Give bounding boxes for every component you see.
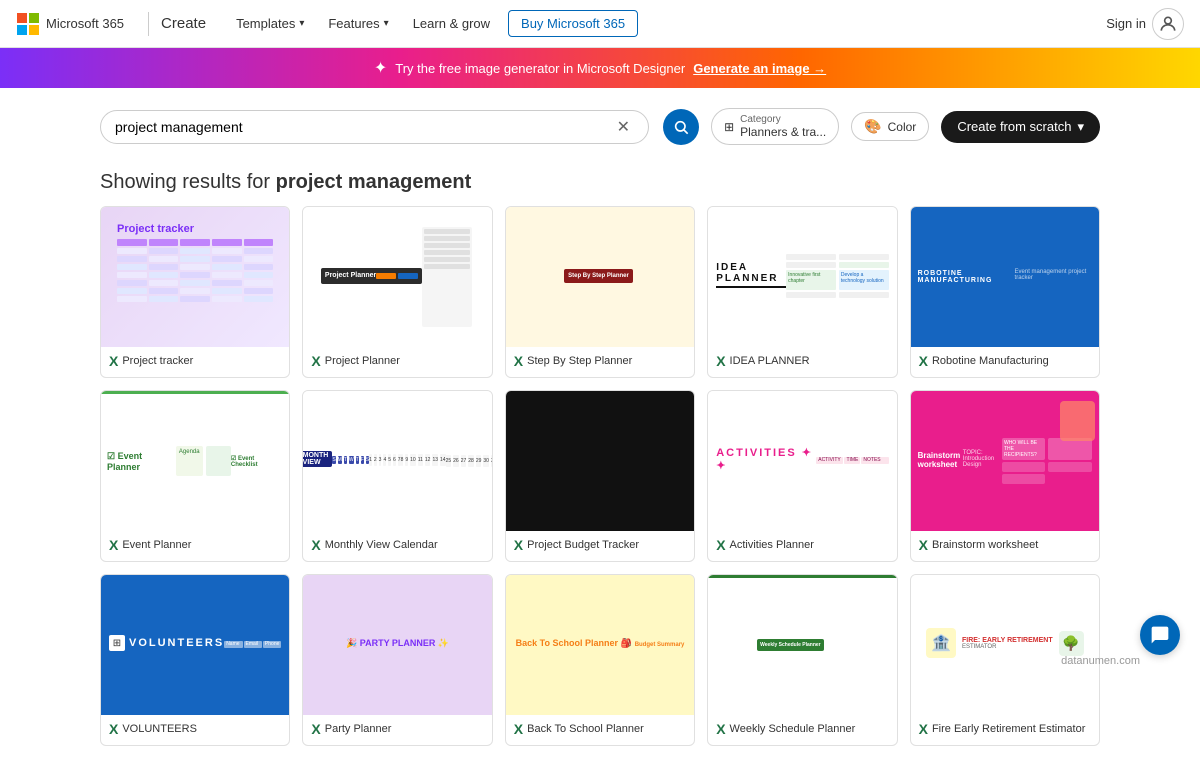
create-label: Create from scratch	[957, 119, 1071, 134]
template-backtoschool[interactable]: Back To School Planner 🎒 Budget S	[505, 574, 695, 746]
excel-icon: X	[311, 537, 320, 553]
template-event-planner[interactable]: ☑ Event Planner Agenda ☑ Event Checklist…	[100, 390, 290, 562]
template-name: IDEA PLANNER	[730, 355, 810, 367]
features-nav[interactable]: Features ▾	[318, 10, 398, 37]
excel-icon: X	[514, 537, 523, 553]
templates-nav[interactable]: Templates ▾	[226, 10, 314, 37]
color-icon: 🎨	[864, 118, 881, 135]
excel-icon: X	[716, 353, 725, 369]
watermark: datanumen.com	[1061, 655, 1140, 667]
create-chevron-icon: ▾	[1077, 119, 1084, 135]
search-box: ✕	[100, 110, 649, 144]
template-name: Monthly View Calendar	[325, 539, 438, 551]
template-activities[interactable]: ACTIVITIES ✦ ✦ ACTIVITY TIME NOTES X Act…	[707, 390, 897, 562]
nav-divider	[148, 12, 149, 36]
category-filter[interactable]: ⊞ Category Planners & tra...	[711, 108, 839, 145]
template-name: Project Planner	[325, 355, 400, 367]
learn-grow-nav[interactable]: Learn & grow	[403, 10, 500, 37]
template-dark-tracker[interactable]: X Project Budget Tracker	[505, 390, 695, 562]
excel-icon: X	[716, 537, 725, 553]
template-name: Weekly Schedule Planner	[730, 723, 856, 735]
template-name: Back To School Planner	[527, 723, 644, 735]
create-from-scratch-button[interactable]: Create from scratch ▾	[941, 111, 1100, 143]
category-value: Planners & tra...	[740, 125, 826, 139]
template-volunteers[interactable]: ⊞ VOLUNTEERS Name Email Phone X VOLUNTEE…	[100, 574, 290, 746]
excel-icon: X	[109, 537, 118, 553]
template-brainstorm[interactable]: Brainstorm worksheet TOPIC: Introduction…	[910, 390, 1100, 562]
template-name: Activities Planner	[730, 539, 814, 551]
template-name: Event Planner	[122, 539, 191, 551]
template-project-tracker[interactable]: Project tracker X Project tracker	[100, 206, 290, 378]
search-button[interactable]	[663, 109, 699, 145]
template-party-planner[interactable]: 🎉 PARTY PLANNER ✨ X Party Planner	[302, 574, 492, 746]
templates-chevron-icon: ▾	[299, 18, 304, 29]
template-step-by-step[interactable]: Step By Step Planner	[505, 206, 695, 378]
excel-icon: X	[109, 721, 118, 737]
promo-banner: ✦ Try the free image generator in Micros…	[0, 48, 1200, 88]
ms365-label: Microsoft 365	[46, 16, 124, 31]
search-row: ✕ ⊞ Category Planners & tra... 🎨 Color C…	[100, 108, 1100, 145]
color-filter[interactable]: 🎨 Color	[851, 112, 929, 141]
buy-button[interactable]: Buy Microsoft 365	[508, 10, 638, 37]
top-navigation: Microsoft 365 Create Templates ▾ Feature…	[0, 0, 1200, 48]
template-idea-planner[interactable]: IDEA PLANNER Innovative first chapter De…	[707, 206, 897, 378]
template-monthly-view[interactable]: MONTH VIEW S M T W T F S 1 2 3 4 5 6 7	[302, 390, 492, 562]
results-prefix: Showing results for	[100, 171, 276, 193]
template-project-planner[interactable]: Project Planner	[302, 206, 492, 378]
excel-icon: X	[716, 721, 725, 737]
promo-text: Try the free image generator in Microsof…	[395, 61, 685, 76]
create-label[interactable]: Create	[161, 15, 206, 32]
template-name: Robotine Manufacturing	[932, 355, 1049, 367]
template-weekly-schedule[interactable]: Weekly Schedule Planner	[707, 574, 897, 746]
excel-icon: X	[311, 721, 320, 737]
results-heading: Showing results for project management	[0, 155, 1200, 206]
template-name: Project tracker	[122, 355, 193, 367]
template-name: Party Planner	[325, 723, 392, 735]
templates-grid: Project tracker X Project tracker Projec…	[0, 206, 1200, 776]
search-section: ✕ ⊞ Category Planners & tra... 🎨 Color C…	[0, 88, 1200, 155]
template-robotine[interactable]: ROBOTINE MANUFACTURING Event management …	[910, 206, 1100, 378]
excel-icon: X	[919, 537, 928, 553]
microsoft-logo[interactable]: Microsoft 365	[16, 12, 124, 36]
excel-icon: X	[919, 721, 928, 737]
template-name: VOLUNTEERS	[122, 723, 197, 735]
wand-icon: ✦	[374, 58, 387, 78]
excel-icon: X	[514, 721, 523, 737]
category-label: Category	[740, 114, 826, 125]
features-chevron-icon: ▾	[384, 18, 389, 29]
nav-links: Templates ▾ Features ▾ Learn & grow Buy …	[226, 10, 1106, 37]
chat-button[interactable]	[1140, 615, 1180, 655]
template-name: Project Budget Tracker	[527, 539, 639, 551]
avatar	[1152, 8, 1184, 40]
excel-icon: X	[311, 353, 320, 369]
results-term: project management	[276, 171, 472, 193]
excel-icon: X	[109, 353, 118, 369]
search-input[interactable]	[115, 119, 613, 135]
signin-button[interactable]: Sign in	[1106, 8, 1184, 40]
template-name: Brainstorm worksheet	[932, 539, 1038, 551]
clear-icon[interactable]: ✕	[613, 117, 634, 137]
category-icon: ⊞	[724, 120, 734, 134]
template-name: Fire Early Retirement Estimator	[932, 723, 1085, 735]
color-label: Color	[888, 120, 917, 134]
template-name: Step By Step Planner	[527, 355, 632, 367]
promo-link[interactable]: Generate an image →	[693, 61, 826, 76]
excel-icon: X	[514, 353, 523, 369]
excel-icon: X	[919, 353, 928, 369]
